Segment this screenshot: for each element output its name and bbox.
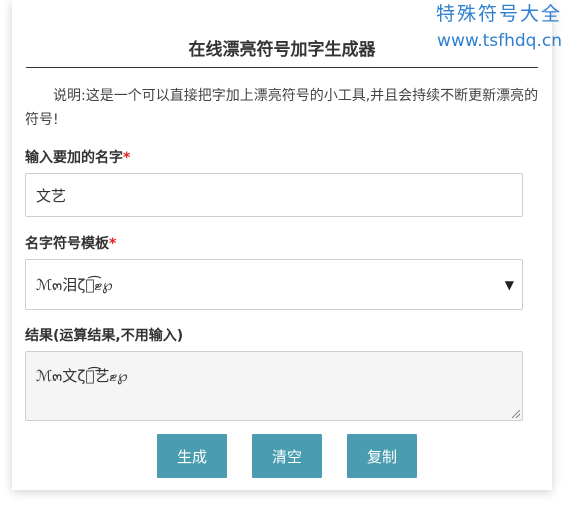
name-field-label: 输入要加的名字* [25, 147, 130, 167]
watermark-url: www.tsfhdq.cn [437, 31, 562, 51]
generate-button[interactable]: 生成 [157, 434, 227, 478]
title-divider [26, 67, 538, 68]
template-select-value: ℳ๓泪ζั͡ޓ℘ [36, 275, 113, 294]
copy-button[interactable]: 复制 [347, 434, 417, 478]
name-label-text: 输入要加的名字 [25, 150, 123, 166]
watermark: 特殊符号大全 www.tsfhdq.cn [436, 2, 562, 52]
name-input[interactable]: 文艺 [25, 173, 523, 217]
dropdown-arrow-icon: ▼ [504, 277, 514, 292]
result-textarea[interactable]: ℳ๓文ζั͡艺ޓ℘ [25, 351, 523, 421]
required-mark: * [109, 236, 117, 252]
description-text: 说明:这是一个可以直接把字加上漂亮符号的小工具,并且会持续不断更新漂亮的符号! [25, 88, 539, 128]
template-field-label: 名字符号模板* [25, 233, 116, 253]
resize-grip-icon[interactable] [512, 410, 520, 418]
result-field-label: 结果(运算结果,不用输入) [25, 328, 184, 344]
template-label-text: 名字符号模板 [25, 236, 109, 252]
template-select[interactable]: ℳ๓泪ζั͡ޓ℘ ▼ [25, 259, 523, 310]
watermark-name: 特殊符号大全 [435, 3, 562, 25]
required-mark: * [123, 150, 131, 166]
clear-button[interactable]: 清空 [252, 434, 322, 478]
result-value: ℳ๓文ζั͡艺ޓ℘ [36, 367, 128, 385]
name-input-value: 文艺 [36, 186, 67, 205]
